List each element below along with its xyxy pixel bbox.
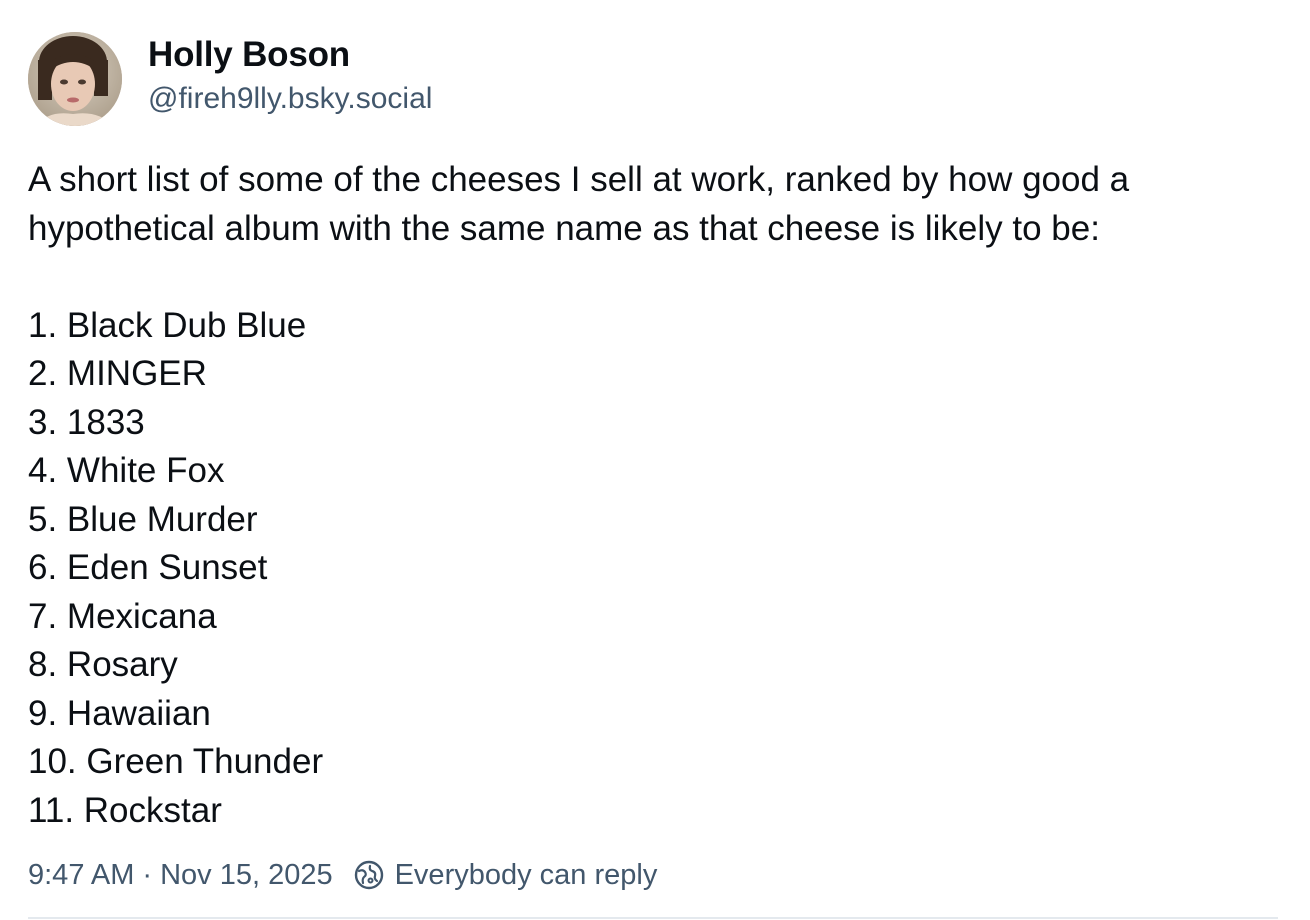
post: Holly Boson @fireh9lly.bsky.social A sho…	[28, 32, 1278, 835]
list-item: 1. Black Dub Blue	[28, 305, 307, 345]
avatar-image	[28, 32, 122, 126]
reply-setting[interactable]: Everybody can reply	[395, 856, 658, 894]
meta-separator: ·	[142, 859, 153, 891]
globe-icon	[353, 859, 385, 891]
avatar[interactable]	[28, 32, 122, 126]
post-header: Holly Boson @fireh9lly.bsky.social	[28, 32, 1278, 126]
list-item: 10. Green Thunder	[28, 742, 324, 781]
author-handle[interactable]: @fireh9lly.bsky.social	[148, 79, 432, 119]
post-date[interactable]: Nov 15, 2025	[160, 856, 333, 894]
author-names: Holly Boson @fireh9lly.bsky.social	[148, 33, 432, 119]
post-meta: 9:47 AM · Nov 15, 2025 Everybody can rep…	[28, 856, 657, 894]
list-item: 7. Mexicana	[28, 596, 217, 636]
post-intro: A short list of some of the cheeses I se…	[28, 160, 1130, 248]
author-display-name[interactable]: Holly Boson	[148, 33, 432, 77]
list-item: 6. Eden Sunset	[28, 548, 268, 587]
list-item: 9. Hawaiian	[28, 693, 211, 733]
list-item: 4. White Fox	[28, 451, 225, 490]
divider	[28, 917, 1278, 919]
post-time[interactable]: 9:47 AM	[28, 856, 134, 894]
list-item: 5. Blue Murder	[28, 499, 258, 539]
list-item: 2. MINGER	[28, 354, 207, 393]
list-item: 8. Rosary	[28, 645, 178, 684]
cheese-list: 1. Black Dub Blue 2. MINGER 3. 1833 4. W…	[28, 302, 1278, 836]
post-body: A short list of some of the cheeses I se…	[28, 156, 1278, 835]
list-item: 11. Rockstar	[28, 790, 222, 830]
list-item: 3. 1833	[28, 402, 145, 442]
